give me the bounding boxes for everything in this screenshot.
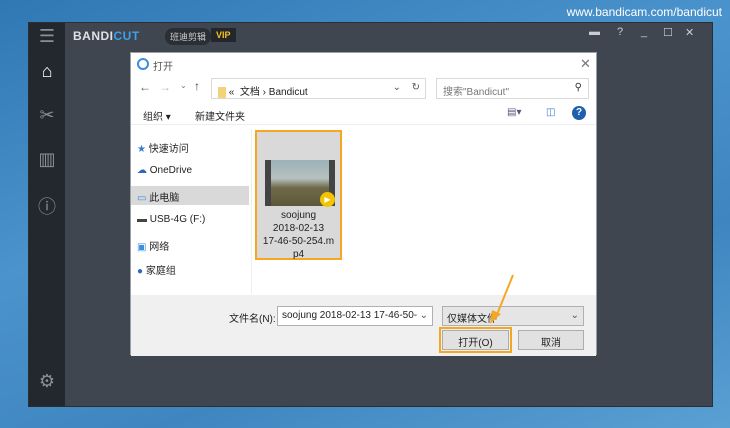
annotation-arrow bbox=[490, 274, 514, 324]
